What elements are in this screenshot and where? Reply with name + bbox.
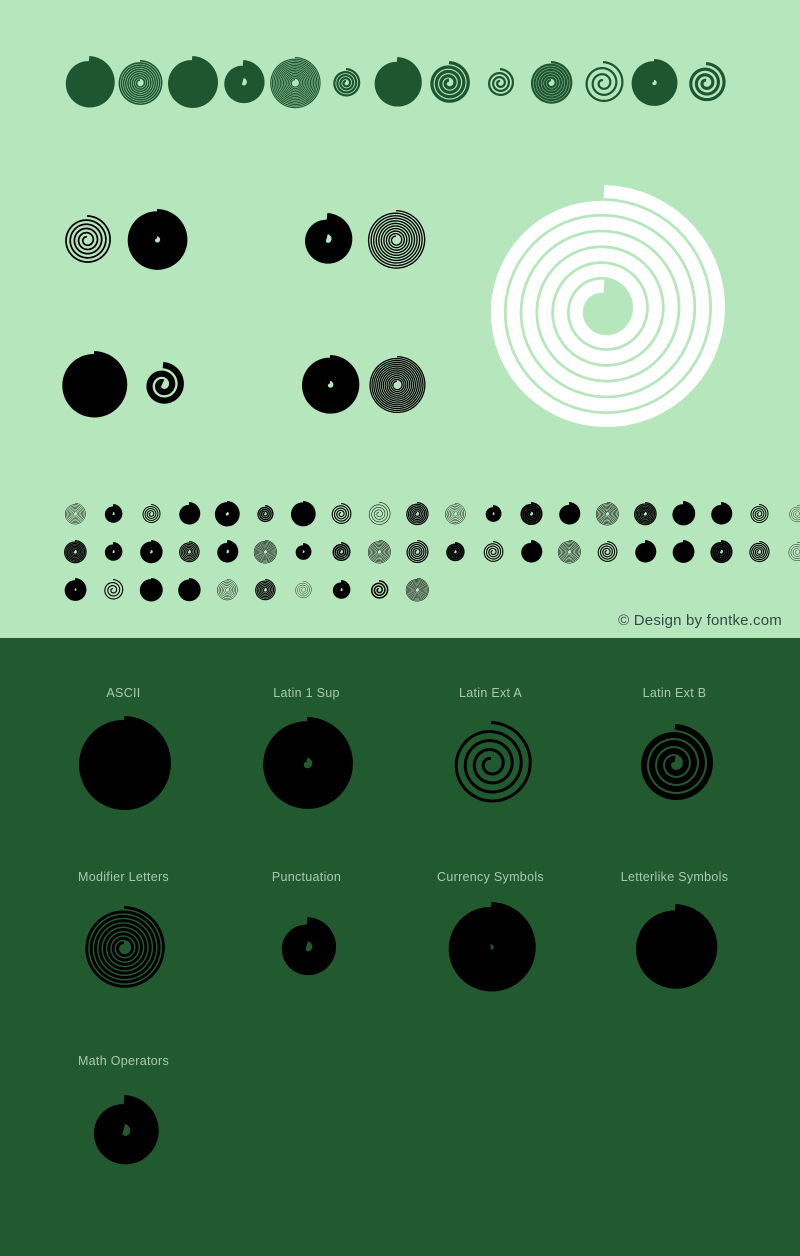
glyph-inventory-row bbox=[56, 533, 800, 571]
inventory-glyph bbox=[94, 533, 132, 571]
unicode-block-punctuation: Punctuation bbox=[215, 870, 398, 1008]
inventory-glyph bbox=[246, 571, 284, 609]
copyright-notice: © Design by fontke.com bbox=[618, 612, 782, 629]
unicode-block-sample-glyph bbox=[399, 888, 582, 1008]
glyph-inventory-row bbox=[56, 571, 436, 609]
specimen-lower-section: Font Source: http://www.fontke.com/font/… bbox=[0, 638, 800, 1256]
unicode-block-ascii: ASCII bbox=[32, 686, 215, 824]
glyph-inventory-row bbox=[56, 495, 800, 533]
glyph-inventory-grid bbox=[0, 495, 800, 620]
inventory-glyph bbox=[94, 495, 132, 533]
inventory-glyph bbox=[474, 495, 512, 533]
inventory-glyph bbox=[208, 571, 246, 609]
inventory-glyph bbox=[132, 571, 170, 609]
sample-glyph bbox=[366, 210, 426, 270]
unicode-block-latin-1-sup: Latin 1 Sup bbox=[215, 686, 398, 824]
unicode-block-sample-glyph bbox=[215, 888, 398, 1008]
sample-glyph bbox=[62, 214, 112, 265]
inventory-glyph bbox=[398, 571, 436, 609]
inventory-glyph bbox=[284, 495, 322, 533]
inventory-glyph bbox=[626, 495, 664, 533]
inventory-glyph bbox=[778, 495, 800, 533]
inventory-glyph bbox=[170, 495, 208, 533]
unicode-block-sample-glyph bbox=[32, 888, 215, 1008]
unicode-block-label: Latin Ext B bbox=[642, 686, 707, 700]
inventory-glyph bbox=[208, 495, 246, 533]
inventory-glyph bbox=[512, 495, 550, 533]
inventory-glyph bbox=[702, 533, 740, 571]
inventory-glyph bbox=[246, 533, 284, 571]
inventory-glyph bbox=[132, 495, 170, 533]
inventory-glyph bbox=[56, 571, 94, 609]
inventory-glyph bbox=[56, 495, 94, 533]
headline-glyph-row bbox=[0, 38, 800, 128]
inventory-glyph bbox=[398, 495, 436, 533]
inventory-glyph bbox=[170, 571, 208, 609]
inventory-glyph bbox=[360, 495, 398, 533]
inventory-glyph bbox=[284, 533, 322, 571]
unicode-block-label: ASCII bbox=[106, 686, 141, 700]
unicode-block-label: Letterlike Symbols bbox=[620, 870, 729, 884]
unicode-block-latin-ext-b: Latin Ext B bbox=[583, 686, 766, 824]
inventory-glyph bbox=[550, 533, 588, 571]
unicode-block-currency-symbols: Currency Symbols bbox=[399, 870, 582, 1008]
headline-glyph bbox=[675, 38, 737, 128]
inventory-glyph bbox=[436, 533, 474, 571]
unicode-block-label: Modifier Letters bbox=[78, 870, 169, 884]
inventory-glyph bbox=[740, 495, 778, 533]
inventory-glyph bbox=[208, 533, 246, 571]
inventory-glyph bbox=[284, 571, 322, 609]
sample-glyph bbox=[126, 209, 188, 271]
inventory-glyph bbox=[436, 495, 474, 533]
inventory-glyph bbox=[322, 533, 360, 571]
font-specimen-page: © Design by fontke.com Font Source: http… bbox=[0, 0, 800, 1256]
inventory-glyph bbox=[360, 533, 398, 571]
unicode-block-math-operators: Math Operators bbox=[32, 1054, 215, 1192]
inventory-glyph bbox=[512, 533, 550, 571]
inventory-glyph bbox=[132, 533, 170, 571]
unicode-block-letterlike-symbols: Letterlike Symbols bbox=[583, 870, 766, 1008]
sample-glyph bbox=[140, 362, 186, 408]
featured-spiral-glyph bbox=[470, 185, 738, 435]
inventory-glyph bbox=[550, 495, 588, 533]
unicode-block-label: Math Operators bbox=[77, 1054, 170, 1068]
inventory-glyph bbox=[588, 495, 626, 533]
inventory-glyph bbox=[664, 533, 702, 571]
unicode-block-latin-ext-a: Latin Ext A bbox=[399, 686, 582, 824]
inventory-glyph bbox=[246, 495, 284, 533]
unicode-block-sample-glyph bbox=[399, 704, 582, 824]
unicode-block-sample-glyph bbox=[583, 888, 766, 1008]
sample-glyph bbox=[300, 213, 354, 267]
unicode-block-modifier-letters: Modifier Letters bbox=[32, 870, 215, 1008]
inventory-glyph bbox=[170, 533, 208, 571]
unicode-block-label: Latin Ext A bbox=[458, 686, 523, 700]
inventory-glyph bbox=[702, 495, 740, 533]
inventory-glyph bbox=[740, 533, 778, 571]
inventory-glyph bbox=[626, 533, 664, 571]
unicode-block-sample-glyph bbox=[32, 1072, 215, 1192]
inventory-glyph bbox=[778, 533, 800, 571]
inventory-glyph bbox=[322, 495, 360, 533]
sample-glyph bbox=[300, 355, 360, 415]
inventory-glyph bbox=[664, 495, 702, 533]
unicode-block-sample-glyph bbox=[32, 704, 215, 824]
unicode-block-label: Latin 1 Sup bbox=[273, 686, 340, 700]
inventory-glyph bbox=[588, 533, 626, 571]
sample-glyph bbox=[60, 351, 128, 419]
inventory-glyph bbox=[56, 533, 94, 571]
inventory-glyph bbox=[474, 533, 512, 571]
unicode-block-sample-glyph bbox=[215, 704, 398, 824]
unicode-block-sample-glyph bbox=[583, 704, 766, 824]
specimen-upper-section: © Design by fontke.com bbox=[0, 0, 800, 638]
inventory-glyph bbox=[94, 571, 132, 609]
unicode-block-label: Currency Symbols bbox=[437, 870, 544, 884]
inventory-glyph bbox=[322, 571, 360, 609]
sample-glyph bbox=[368, 356, 426, 414]
inventory-glyph bbox=[360, 571, 398, 609]
unicode-block-label: Punctuation bbox=[271, 870, 342, 884]
inventory-glyph bbox=[398, 533, 436, 571]
